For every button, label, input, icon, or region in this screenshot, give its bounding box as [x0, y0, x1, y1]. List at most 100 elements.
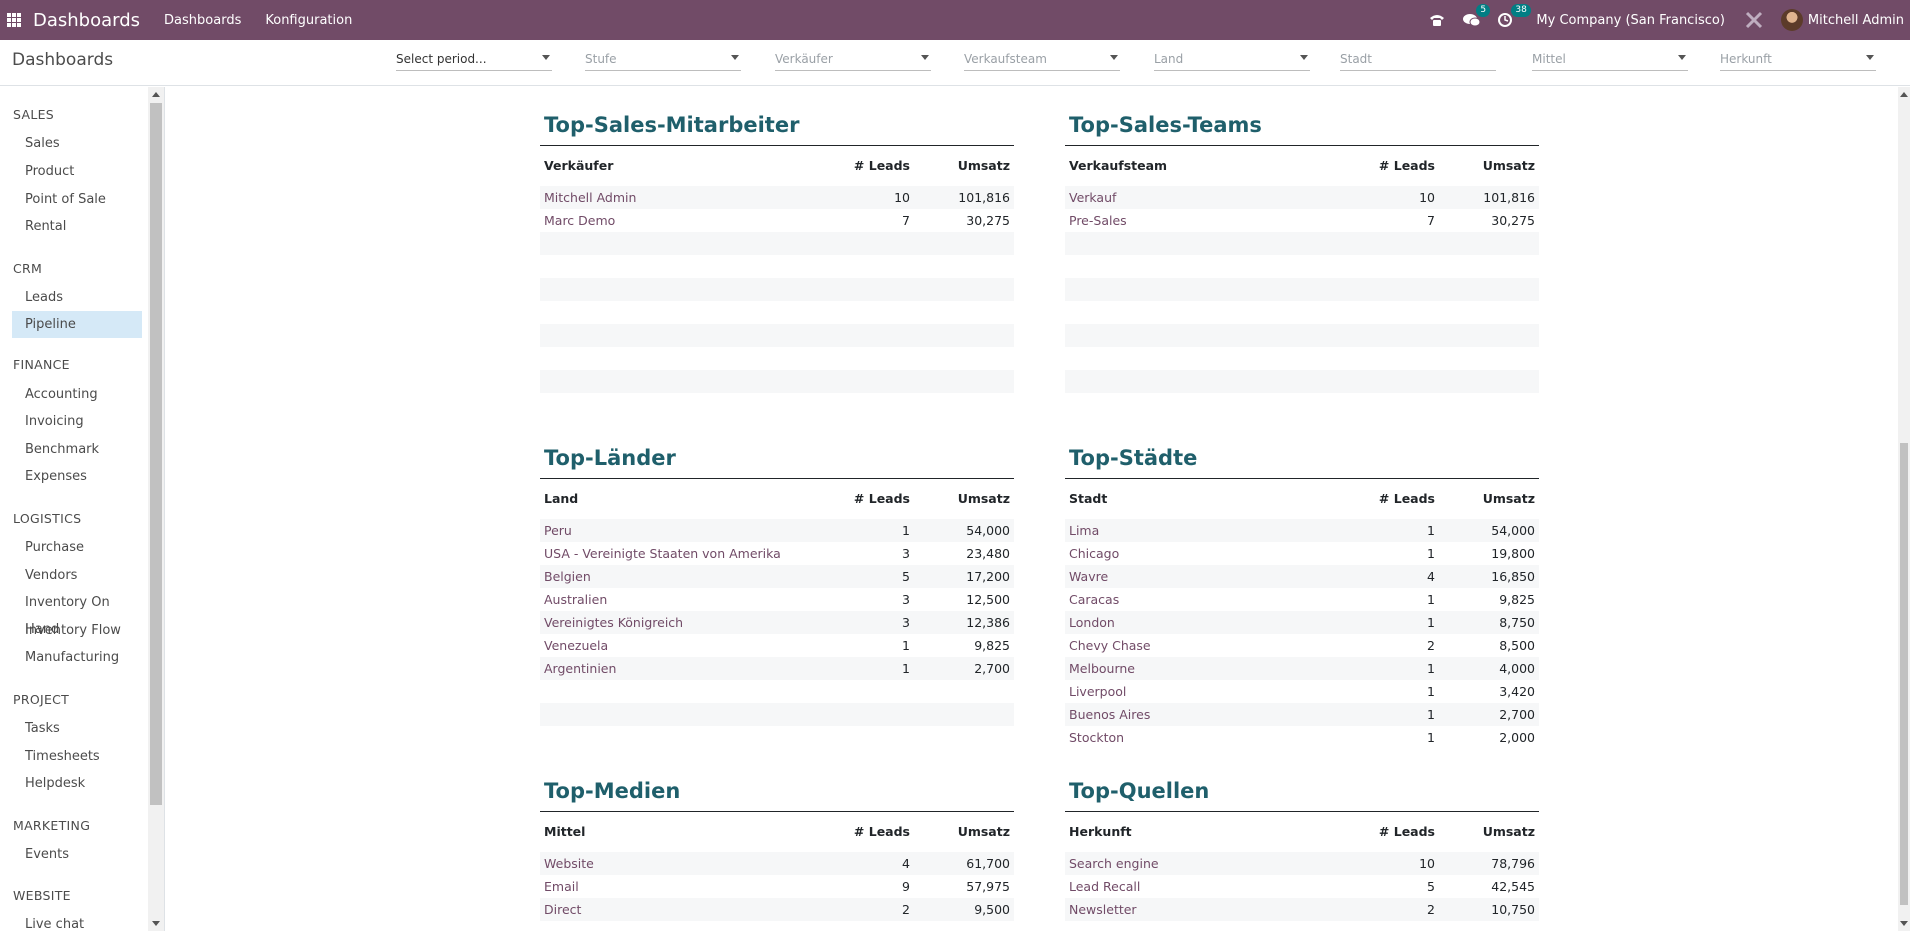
- row-name[interactable]: Verkauf: [1069, 186, 1345, 209]
- scroll-down-icon[interactable]: [1900, 921, 1908, 926]
- sidebar-item-invoicing[interactable]: Invoicing: [12, 408, 142, 435]
- sidebar-item-expenses[interactable]: Expenses: [12, 463, 142, 490]
- sidebar-item-manufacturing[interactable]: Manufacturing: [12, 644, 142, 671]
- table-row[interactable]: Venezuela 1 9,825: [540, 634, 1014, 657]
- sidebar-item-timesheets[interactable]: Timesheets: [12, 743, 142, 770]
- table-row[interactable]: Mitchell Admin 10 101,816: [540, 186, 1014, 209]
- country-filter[interactable]: Land: [1154, 49, 1310, 71]
- scroll-up-icon[interactable]: [152, 92, 160, 97]
- table-row[interactable]: Vereinigtes Königreich 3 12,386: [540, 611, 1014, 634]
- sidebar-item-inventory-flow[interactable]: Inventory Flow: [12, 617, 142, 644]
- menu-dashboards[interactable]: Dashboards: [164, 13, 241, 28]
- row-name[interactable]: Liverpool: [1069, 680, 1345, 703]
- row-name[interactable]: Buenos Aires: [1069, 703, 1345, 726]
- city-filter[interactable]: Stadt: [1340, 49, 1496, 71]
- avatar[interactable]: [1780, 9, 1803, 31]
- row-name[interactable]: Vereinigtes Königreich: [544, 611, 820, 634]
- row-name[interactable]: Website: [544, 852, 820, 875]
- table-row[interactable]: Newsletter 2 10,750: [1065, 898, 1539, 921]
- table-row[interactable]: Belgien 5 17,200: [540, 565, 1014, 588]
- row-name[interactable]: Stockton: [1069, 726, 1345, 749]
- row-name[interactable]: Belgien: [544, 565, 820, 588]
- table-row[interactable]: Australien 3 12,500: [540, 588, 1014, 611]
- user-menu[interactable]: Mitchell Admin: [1808, 13, 1904, 28]
- sidebar-item-product[interactable]: Product: [12, 158, 142, 185]
- row-name[interactable]: Chicago: [1069, 542, 1345, 565]
- table-row[interactable]: Lead Recall 5 42,545: [1065, 875, 1539, 898]
- sidebar-item-rental[interactable]: Rental: [12, 213, 142, 240]
- row-name[interactable]: Mitchell Admin: [544, 186, 820, 209]
- sidebar-item-purchase[interactable]: Purchase: [12, 534, 142, 561]
- row-name[interactable]: Chevy Chase: [1069, 634, 1345, 657]
- menu-konfiguration[interactable]: Konfiguration: [265, 13, 352, 28]
- medium-filter[interactable]: Mittel: [1532, 49, 1688, 71]
- row-name[interactable]: London: [1069, 611, 1345, 634]
- row-name[interactable]: Lima: [1069, 519, 1345, 542]
- scroll-up-icon[interactable]: [1900, 92, 1908, 97]
- table-row[interactable]: Lima 1 54,000: [1065, 519, 1539, 542]
- tools-icon[interactable]: [1745, 11, 1763, 29]
- sidebar-item-sales[interactable]: Sales: [12, 130, 142, 157]
- table-row[interactable]: Chevy Chase 2 8,500: [1065, 634, 1539, 657]
- row-name[interactable]: Venezuela: [544, 634, 820, 657]
- table-row[interactable]: Marc Demo 7 30,275: [540, 209, 1014, 232]
- row-name[interactable]: Newsletter: [1069, 898, 1345, 921]
- table-row[interactable]: Peru 1 54,000: [540, 519, 1014, 542]
- sales-team-filter[interactable]: Verkaufsteam: [964, 49, 1120, 71]
- table-row[interactable]: Stockton 1 2,000: [1065, 726, 1539, 749]
- table-row[interactable]: USA - Vereinigte Staaten von Amerika 3 23,…: [540, 542, 1014, 565]
- sidebar-item-events[interactable]: Events: [12, 841, 142, 868]
- row-name[interactable]: Argentinien: [544, 657, 820, 680]
- app-grid-icon[interactable]: [7, 13, 21, 27]
- row-name[interactable]: Melbourne: [1069, 657, 1345, 680]
- row-name[interactable]: Pre-Sales: [1069, 209, 1345, 232]
- stage-filter[interactable]: Stufe: [585, 49, 741, 71]
- app-title[interactable]: Dashboards: [33, 10, 140, 31]
- table-row[interactable]: Search engine 10 78,796: [1065, 852, 1539, 875]
- period-filter[interactable]: Select period...: [396, 49, 552, 71]
- row-name[interactable]: Peru: [544, 519, 820, 542]
- table-row[interactable]: London 1 8,750: [1065, 611, 1539, 634]
- table-row[interactable]: Melbourne 1 4,000: [1065, 657, 1539, 680]
- sidebar-scroll-thumb[interactable]: [150, 103, 162, 805]
- row-name[interactable]: Caracas: [1069, 588, 1345, 611]
- table-row[interactable]: Email 9 57,975: [540, 875, 1014, 898]
- main-scroll-thumb[interactable]: [1900, 443, 1908, 905]
- chat-icon[interactable]: 5: [1463, 4, 1491, 27]
- row-name[interactable]: Email: [544, 875, 820, 898]
- sidebar-item-leads[interactable]: Leads: [12, 284, 142, 311]
- main-scrollbar[interactable]: [1898, 87, 1910, 931]
- table-row[interactable]: Argentinien 1 2,700: [540, 657, 1014, 680]
- table-row[interactable]: Caracas 1 9,825: [1065, 588, 1539, 611]
- sidebar-scrollbar[interactable]: [148, 87, 164, 931]
- table-row[interactable]: Liverpool 1 3,420: [1065, 680, 1539, 703]
- sidebar-item-benchmark[interactable]: Benchmark: [12, 436, 142, 463]
- scroll-down-icon[interactable]: [152, 921, 160, 926]
- sidebar-item-helpdesk[interactable]: Helpdesk: [12, 770, 142, 797]
- table-row[interactable]: Buenos Aires 1 2,700: [1065, 703, 1539, 726]
- row-name[interactable]: Wavre: [1069, 565, 1345, 588]
- table-row[interactable]: Website 4 61,700: [540, 852, 1014, 875]
- clock-icon[interactable]: 38: [1498, 4, 1531, 27]
- row-name[interactable]: Search engine: [1069, 852, 1345, 875]
- row-name[interactable]: Australien: [544, 588, 820, 611]
- sidebar-item-inventory-on-hand[interactable]: Inventory On Hand: [12, 589, 142, 637]
- row-name[interactable]: Direct: [544, 898, 820, 921]
- sidebar-item-vendors[interactable]: Vendors: [12, 562, 142, 589]
- sidebar-item-live-chat[interactable]: Live chat: [12, 911, 142, 931]
- table-row[interactable]: Pre-Sales 7 30,275: [1065, 209, 1539, 232]
- row-name[interactable]: Lead Recall: [1069, 875, 1345, 898]
- source-filter[interactable]: Herkunft: [1720, 49, 1876, 71]
- table-row[interactable]: Verkauf 10 101,816: [1065, 186, 1539, 209]
- table-row[interactable]: Direct 2 9,500: [540, 898, 1014, 921]
- sidebar-item-tasks[interactable]: Tasks: [12, 715, 142, 742]
- phone-icon[interactable]: [1429, 13, 1445, 27]
- company-switcher[interactable]: My Company (San Francisco): [1536, 13, 1724, 28]
- row-name[interactable]: Marc Demo: [544, 209, 820, 232]
- sidebar-item-point-of-sale[interactable]: Point of Sale: [12, 186, 142, 213]
- salesperson-filter[interactable]: Verkäufer: [775, 49, 931, 71]
- sidebar-item-pipeline[interactable]: Pipeline: [12, 311, 142, 338]
- table-row[interactable]: Wavre 4 16,850: [1065, 565, 1539, 588]
- row-name[interactable]: USA - Vereinigte Staaten von Amerika: [544, 542, 820, 565]
- table-row[interactable]: Chicago 1 19,800: [1065, 542, 1539, 565]
